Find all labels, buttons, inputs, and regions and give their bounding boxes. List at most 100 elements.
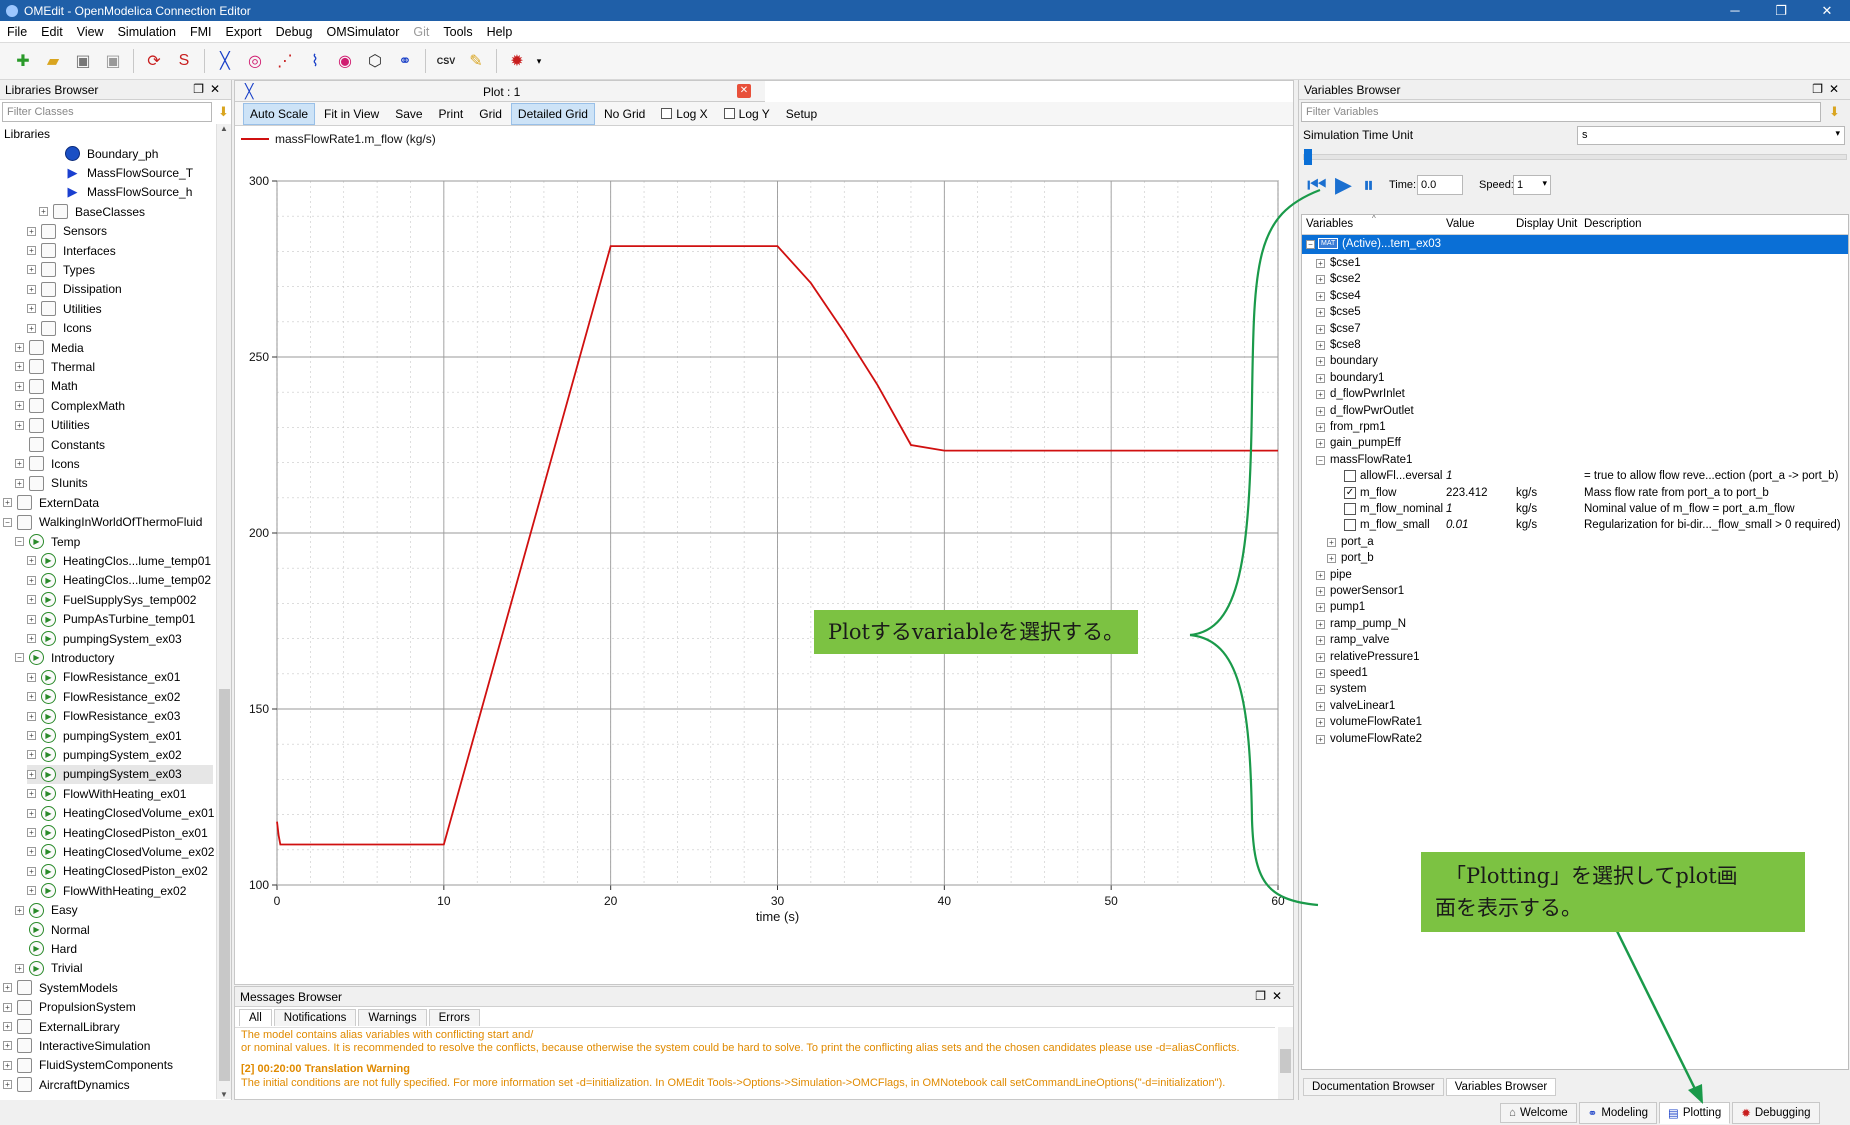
col-variables[interactable]: Variables xyxy=(1306,218,1353,230)
expand-icon[interactable]: + xyxy=(1316,259,1325,268)
library-tree-item[interactable]: + PropulsionSystem xyxy=(3,998,136,1017)
expand-icon[interactable]: + xyxy=(1316,341,1325,350)
library-tree-item[interactable]: + ▶ pumpingSystem_ex03 xyxy=(27,629,182,648)
tab-warnings[interactable]: Warnings xyxy=(358,1009,427,1026)
new-class-icon[interactable]: ✚ xyxy=(10,48,36,74)
simulate-icon[interactable]: S xyxy=(171,48,197,74)
library-tree-item[interactable]: + AircraftDynamics xyxy=(3,1075,130,1094)
expand-icon[interactable]: + xyxy=(1316,603,1325,613)
menu-fmi[interactable]: FMI xyxy=(183,25,219,39)
expand-icon[interactable]: + xyxy=(1316,669,1325,678)
minimize-button[interactable]: ─ xyxy=(1712,0,1758,21)
tab-all-messages[interactable]: All xyxy=(239,1009,272,1026)
library-tree-item[interactable]: + ▶ HeatingClosedPiston_ex02 xyxy=(27,862,208,881)
library-tree-item[interactable]: + ▶ FlowWithHeating_ex01 xyxy=(27,784,186,803)
library-tree-item[interactable]: ▶ MassFlowSource_T xyxy=(51,163,194,182)
expand-icon[interactable]: + xyxy=(3,1060,12,1070)
open-folder-icon[interactable]: ▰ xyxy=(40,48,66,74)
expand-icon[interactable]: + xyxy=(27,575,36,585)
plot-print-button[interactable]: Print xyxy=(432,103,471,125)
variable-value[interactable]: 1 xyxy=(1446,503,1452,515)
library-tree-item[interactable]: + ▶ FlowResistance_ex03 xyxy=(27,707,180,726)
perspective-modeling[interactable]: ⚭ Modeling xyxy=(1578,1101,1657,1124)
library-tree-item[interactable]: + SystemModels xyxy=(3,978,118,997)
expand-icon[interactable]: + xyxy=(15,420,24,430)
library-tree-item[interactable]: + ExternData xyxy=(3,493,99,512)
library-tree-item[interactable]: + ▶ HeatingClosedPiston_ex01 xyxy=(27,823,208,842)
library-scroll-thumb[interactable] xyxy=(219,689,230,1081)
menu-file[interactable]: File xyxy=(0,25,34,39)
expand-icon[interactable]: + xyxy=(15,459,24,469)
expand-icon[interactable]: + xyxy=(27,265,36,275)
library-tree-item[interactable]: + ▶ FuelSupplySys_temp002 xyxy=(27,590,196,609)
expand-icon[interactable]: + xyxy=(15,905,24,915)
library-tree-item[interactable]: + Icons xyxy=(27,319,92,338)
expand-icon[interactable]: + xyxy=(27,246,36,255)
diagram-window-icon[interactable]: ◉ xyxy=(332,48,358,74)
expand-icon[interactable]: + xyxy=(27,556,36,566)
col-value[interactable]: Value xyxy=(1446,218,1475,230)
expand-icon[interactable]: + xyxy=(27,692,36,702)
expand-icon[interactable]: + xyxy=(1316,406,1325,416)
expand-icon[interactable]: + xyxy=(27,614,36,624)
expand-icon[interactable]: + xyxy=(3,1080,12,1090)
expand-icon[interactable]: + xyxy=(1316,373,1325,383)
expand-icon[interactable]: + xyxy=(15,343,24,352)
expand-icon[interactable]: + xyxy=(27,808,36,818)
plot-log-y-checkbox[interactable]: Log Y xyxy=(717,103,777,125)
plot-fit-in-view-button[interactable]: Fit in View xyxy=(317,103,386,125)
save-all-icon[interactable]: ▣ xyxy=(100,48,126,74)
close-button[interactable]: ✕ xyxy=(1804,0,1850,21)
library-tree-item[interactable]: ▶ Normal xyxy=(15,920,90,939)
filter-variables-input[interactable]: Filter Variables xyxy=(1301,102,1821,122)
panel-float-close-icon[interactable]: ❐✕ xyxy=(193,82,226,96)
rewind-icon[interactable]: ⏮ xyxy=(1307,174,1327,196)
expand-icon[interactable]: + xyxy=(27,750,36,760)
plot-grid-button[interactable]: Grid xyxy=(472,103,509,125)
network-icon[interactable]: ⚭ xyxy=(392,48,418,74)
time-slider[interactable] xyxy=(1303,149,1847,165)
checkbox-icon[interactable] xyxy=(661,107,673,119)
panel-float-close-icon[interactable]: ❐✕ xyxy=(1255,989,1288,1003)
dropdown-arrow-icon[interactable]: ▾ xyxy=(534,48,544,74)
array-parametric-plot-icon[interactable]: ⌇ xyxy=(302,48,328,74)
library-tree-item[interactable]: + ▶ Easy xyxy=(15,901,78,920)
expand-icon[interactable]: + xyxy=(3,498,12,508)
expand-icon[interactable]: + xyxy=(1316,308,1325,318)
library-tree-scrollbar[interactable]: ▲ ▼ xyxy=(216,124,231,1099)
expand-icon[interactable]: + xyxy=(1327,537,1336,547)
library-tree-item[interactable]: + ▶ HeatingClos...lume_temp01 xyxy=(27,551,211,570)
export-csv-icon[interactable]: CSV xyxy=(433,48,459,74)
library-tree-item[interactable]: + ▶ FlowResistance_ex02 xyxy=(27,687,180,706)
library-tree-item[interactable]: + Thermal xyxy=(15,357,95,376)
menu-simulation[interactable]: Simulation xyxy=(111,25,183,39)
library-tree-item[interactable]: + Icons xyxy=(15,454,80,473)
menu-debug[interactable]: Debug xyxy=(269,25,320,39)
filter-options-icon[interactable]: ⬇ xyxy=(1829,104,1840,120)
speed-select[interactable]: 1 ▾ xyxy=(1513,175,1551,195)
expand-icon[interactable]: + xyxy=(15,362,24,372)
menu-git[interactable]: Git xyxy=(406,25,436,39)
plot-setup-button[interactable]: Setup xyxy=(779,103,824,125)
expand-icon[interactable]: + xyxy=(27,769,36,779)
variable-value[interactable]: 223.412 xyxy=(1446,487,1488,499)
expand-icon[interactable]: + xyxy=(3,1002,12,1012)
plot-variable-checkbox[interactable] xyxy=(1344,470,1356,483)
library-tree-item[interactable]: + BaseClasses xyxy=(39,202,145,221)
library-tree-item[interactable]: ▶ MassFlowSource_h xyxy=(51,183,193,202)
expand-icon[interactable]: + xyxy=(1316,291,1325,301)
library-tree-item[interactable]: + Media xyxy=(15,338,84,357)
menu-omsimulator[interactable]: OMSimulator xyxy=(319,25,406,39)
expand-icon[interactable]: + xyxy=(3,983,12,993)
library-tree-item[interactable]: + ▶ pumpingSystem_ex01 xyxy=(27,726,182,745)
expand-icon[interactable]: + xyxy=(27,226,36,236)
menu-view[interactable]: View xyxy=(70,25,111,39)
expand-icon[interactable]: + xyxy=(15,401,24,411)
plot-auto-scale-button[interactable]: Auto Scale xyxy=(243,102,316,125)
library-tree-item[interactable]: + ▶ pumpingSystem_ex02 xyxy=(27,745,182,764)
expand-icon[interactable]: + xyxy=(27,789,36,799)
expand-icon[interactable]: + xyxy=(27,731,36,740)
expand-icon[interactable]: + xyxy=(3,1022,12,1031)
variable-row[interactable]: + volumeFlowRate2 xyxy=(1302,730,1848,749)
library-tree-item[interactable]: + ExternalLibrary xyxy=(3,1017,120,1036)
